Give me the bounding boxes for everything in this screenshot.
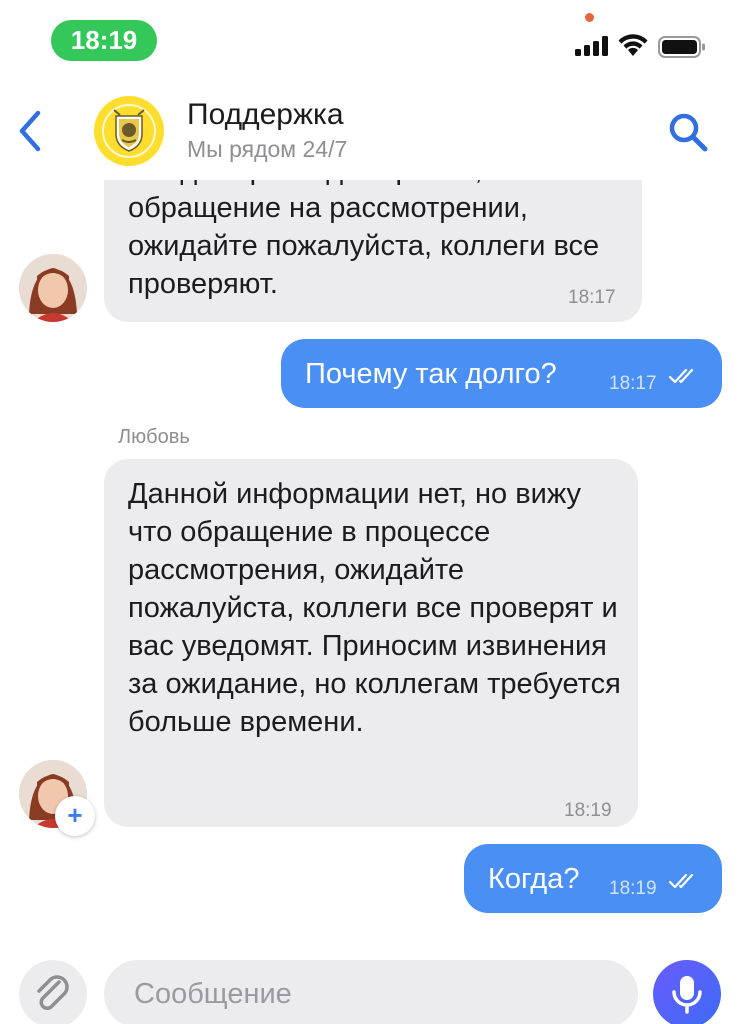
- battery-icon: [658, 36, 705, 58]
- message-bubble-incoming[interactable]: Данной информации нет, но вижу что обращ…: [104, 459, 638, 827]
- message-bubble-outgoing[interactable]: Когда? 18:19: [464, 844, 722, 913]
- message-text: Данной информации нет, но вижу что обращ…: [128, 478, 621, 738]
- message-text: Когда?: [488, 863, 580, 895]
- plus-icon: +: [67, 800, 83, 830]
- chevron-left-icon: [19, 110, 41, 152]
- microphone-icon: [672, 976, 702, 1014]
- attach-button[interactable]: [19, 960, 87, 1024]
- double-check-icon: [668, 368, 694, 384]
- agent-avatar[interactable]: [19, 254, 87, 322]
- back-button[interactable]: [10, 105, 50, 157]
- wifi-icon: [618, 34, 648, 56]
- message-time: 18:19: [609, 878, 657, 899]
- message-input[interactable]: [104, 960, 638, 1024]
- search-icon: [669, 113, 708, 152]
- status-bar: 18:19: [0, 0, 741, 80]
- chat-subtitle: Мы рядом 24/7: [187, 136, 348, 162]
- message-time: 18:17: [568, 287, 616, 308]
- cellular-signal-icon: [575, 36, 609, 56]
- message-time: 18:17: [609, 373, 657, 394]
- chat-header: Поддержка Мы рядом 24/7: [0, 80, 741, 180]
- paperclip-icon: [37, 975, 69, 1010]
- message-bubble-outgoing[interactable]: Почему так долго? 18:17: [281, 339, 722, 408]
- chat-title: Поддержка: [187, 98, 344, 131]
- add-reaction-button[interactable]: +: [55, 796, 95, 836]
- message-time: 18:19: [564, 800, 612, 821]
- search-button[interactable]: [666, 110, 710, 154]
- double-check-icon: [668, 873, 694, 889]
- voice-message-button[interactable]: [653, 960, 721, 1024]
- shield-emblem-icon: [102, 104, 156, 158]
- bank-logo[interactable]: [94, 96, 164, 166]
- recording-indicator: [585, 13, 594, 22]
- person-avatar-icon: [19, 254, 87, 322]
- sender-name: Любовь: [118, 426, 190, 448]
- message-text: Почему так долго?: [305, 358, 557, 390]
- status-time: 18:19: [51, 20, 157, 61]
